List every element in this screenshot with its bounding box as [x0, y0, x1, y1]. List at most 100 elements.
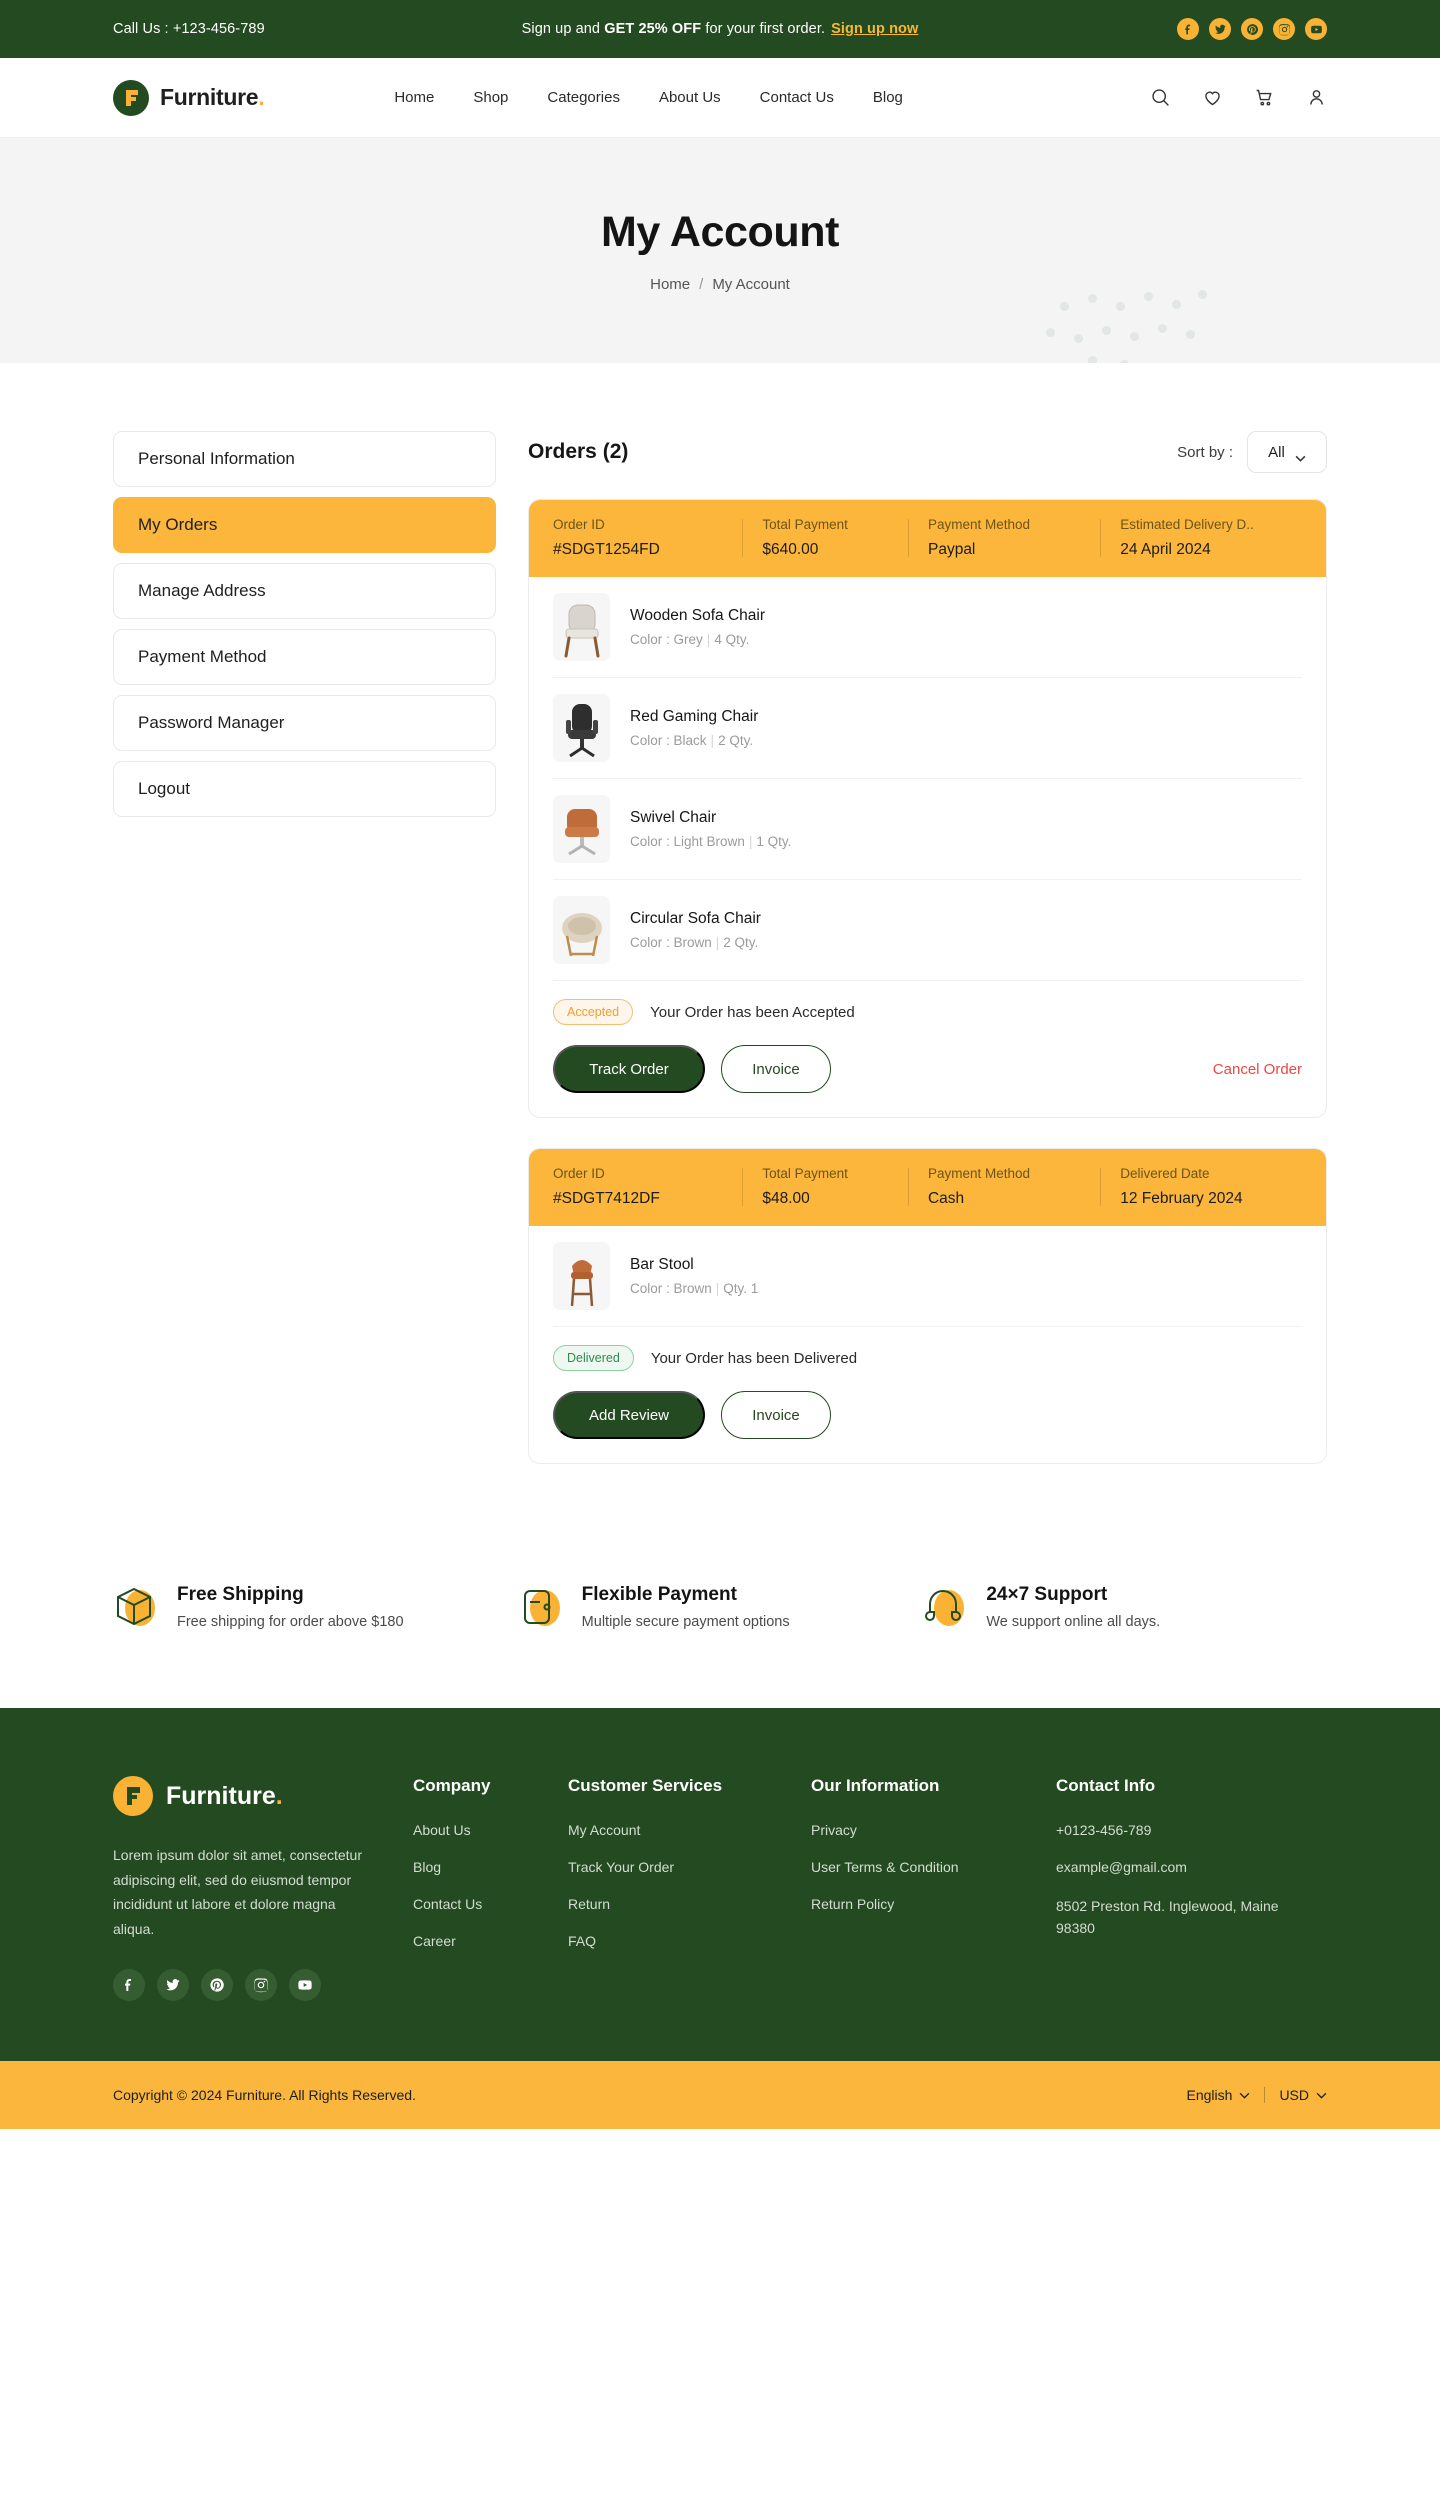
add-review-button[interactable]: Add Review: [553, 1391, 705, 1439]
footer-link-track-your-order[interactable]: Track Your Order: [568, 1859, 811, 1875]
payment-method-label: Payment Method: [927, 517, 1031, 532]
footer-link-faq[interactable]: FAQ: [568, 1933, 811, 1949]
footer-contact-phone[interactable]: +0123-456-789: [1056, 1822, 1286, 1838]
promo-pre: Sign up and: [521, 21, 605, 37]
footer-link-contact-us[interactable]: Contact Us: [413, 1896, 568, 1912]
order-product-list: Bar Stool Color : Brown | Qty. 1: [529, 1226, 1326, 1327]
sidebar-item-payment-method[interactable]: Payment Method: [113, 629, 496, 685]
product-meta: Color : Brown | Qty. 1: [630, 1281, 759, 1296]
sidebar-item-logout[interactable]: Logout: [113, 761, 496, 817]
order-product-info: Swivel Chair Color : Light Brown | 1 Qty.: [630, 809, 791, 849]
status-badge: Delivered: [553, 1345, 634, 1371]
breadcrumb-current: My Account: [712, 276, 790, 293]
delivered-date-label: Delivered Date: [1120, 1166, 1210, 1181]
sidebar-item-personal-information[interactable]: Personal Information: [113, 431, 496, 487]
product-color: Black: [673, 733, 707, 748]
footer-column-our-information: Our Information Privacy User Terms & Con…: [811, 1776, 1056, 2001]
invoice-button[interactable]: Invoice: [721, 1391, 831, 1439]
payment-method-label: Payment Method: [927, 1166, 1031, 1181]
wooden-sofa-chair-thumb: [553, 593, 610, 661]
nav-item-contact-us[interactable]: Contact Us: [760, 89, 834, 106]
pinterest-icon[interactable]: [1241, 18, 1263, 40]
page-hero: My Account Home / My Account: [0, 138, 1440, 363]
facebook-icon[interactable]: [1177, 18, 1199, 40]
footer-link-career[interactable]: Career: [413, 1933, 568, 1949]
shipping-box-icon: [113, 1584, 159, 1630]
footer-link-return[interactable]: Return: [568, 1896, 811, 1912]
order-summary-header: Order ID #SDGT7412DF Total Payment $48.0…: [529, 1149, 1326, 1226]
status-message: Your Order has been Accepted: [650, 1003, 855, 1021]
promo-offer: GET 25% OFF: [604, 21, 702, 37]
track-order-button[interactable]: Track Order: [553, 1045, 705, 1093]
order-id-cell: Order ID #SDGT1254FD: [553, 517, 742, 559]
chevron-down-icon: [1295, 449, 1306, 462]
feature-subtitle: We support online all days.: [986, 1614, 1161, 1630]
instagram-icon[interactable]: [245, 1969, 277, 2001]
sidebar-item-password-manager[interactable]: Password Manager: [113, 695, 496, 751]
payment-method-value: Cash: [927, 1190, 965, 1207]
order-product-info: Wooden Sofa Chair Color : Grey | 4 Qty.: [630, 607, 765, 647]
order-product-info: Bar Stool Color : Brown | Qty. 1: [630, 1256, 758, 1296]
top-announcement-bar: Call Us : +123-456-789 Sign up and GET 2…: [0, 0, 1440, 58]
breadcrumb-separator: /: [699, 276, 704, 293]
twitter-icon[interactable]: [157, 1969, 189, 2001]
locale-divider: [1264, 2087, 1266, 2103]
total-payment-value: $640.00: [762, 541, 819, 558]
instagram-icon[interactable]: [1273, 18, 1295, 40]
product-qty: 2 Qty.: [723, 935, 759, 950]
order-action-row: Track Order Invoice Cancel Order: [553, 1045, 1302, 1093]
footer-link-blog[interactable]: Blog: [413, 1859, 568, 1875]
user-account-icon[interactable]: [1305, 87, 1327, 109]
footer-link-return-policy[interactable]: Return Policy: [811, 1896, 1056, 1912]
feature-flexible-payment: Flexible Payment Multiple secure payment…: [518, 1584, 923, 1630]
sort-by-select[interactable]: All: [1247, 431, 1327, 473]
nav-item-home[interactable]: Home: [394, 89, 434, 106]
product-qty: 2 Qty.: [718, 733, 754, 748]
twitter-icon[interactable]: [1209, 18, 1231, 40]
product-name: Red Gaming Chair: [630, 708, 759, 725]
brand-logo[interactable]: Furniture.: [113, 79, 265, 116]
cancel-order-button[interactable]: Cancel Order: [1213, 1061, 1302, 1078]
wishlist-heart-icon[interactable]: [1201, 87, 1223, 109]
order-product-info: Red Gaming Chair Color : Black | 2 Qty.: [630, 708, 758, 748]
nav-item-categories[interactable]: Categories: [547, 89, 620, 106]
call-us-label: Call Us :: [113, 21, 169, 37]
youtube-icon[interactable]: [289, 1969, 321, 2001]
footer-brand-column: Furniture. Lorem ipsum dolor sit amet, c…: [113, 1776, 413, 2001]
language-select[interactable]: English: [1187, 2087, 1251, 2103]
order-id-cell: Order ID #SDGT7412DF: [553, 1166, 742, 1208]
topbar-social-list: [1177, 18, 1327, 40]
main-nav: Home Shop Categories About Us Contact Us…: [394, 89, 903, 106]
footer-column-heading: Company: [413, 1776, 491, 1795]
nav-item-blog[interactable]: Blog: [873, 89, 903, 106]
footer-contact-email[interactable]: example@gmail.com: [1056, 1859, 1286, 1875]
nav-item-shop[interactable]: Shop: [473, 89, 508, 106]
order-product-row: Red Gaming Chair Color : Black | 2 Qty.: [553, 678, 1302, 779]
footer-link-privacy[interactable]: Privacy: [811, 1822, 1056, 1838]
payment-method-cell: Payment Method Cash: [907, 1166, 1100, 1208]
page-title: My Account: [600, 208, 840, 256]
footer-description: Lorem ipsum dolor sit amet, consectetur …: [113, 1847, 362, 1937]
pinterest-icon[interactable]: [201, 1969, 233, 2001]
invoice-button[interactable]: Invoice: [721, 1045, 831, 1093]
footer-link-user-terms[interactable]: User Terms & Condition: [811, 1859, 1056, 1875]
currency-select[interactable]: USD: [1279, 2087, 1327, 2103]
youtube-icon[interactable]: [1305, 18, 1327, 40]
search-icon[interactable]: [1149, 87, 1171, 109]
total-payment-cell: Total Payment $48.00: [742, 1166, 908, 1208]
sidebar-item-my-orders[interactable]: My Orders: [113, 497, 496, 553]
product-name: Bar Stool: [630, 1256, 694, 1273]
promo-post: for your first order.: [701, 21, 826, 37]
order-status-line: Delivered Your Order has been Delivered: [553, 1345, 1302, 1371]
nav-item-about-us[interactable]: About Us: [659, 89, 721, 106]
footer-link-about-us[interactable]: About Us: [413, 1822, 568, 1838]
footer-column-contact-info: Contact Info +0123-456-789 example@gmail…: [1056, 1776, 1286, 2001]
signup-now-link[interactable]: Sign up now: [831, 21, 918, 37]
cart-icon[interactable]: [1253, 87, 1275, 109]
footer-link-my-account[interactable]: My Account: [568, 1822, 811, 1838]
facebook-icon[interactable]: [113, 1969, 145, 2001]
sidebar-item-manage-address[interactable]: Manage Address: [113, 563, 496, 619]
breadcrumb-home[interactable]: Home: [650, 276, 690, 293]
feature-subtitle: Free shipping for order above $180: [177, 1614, 404, 1630]
footer-brand-logo[interactable]: Furniture.: [113, 1776, 413, 1816]
